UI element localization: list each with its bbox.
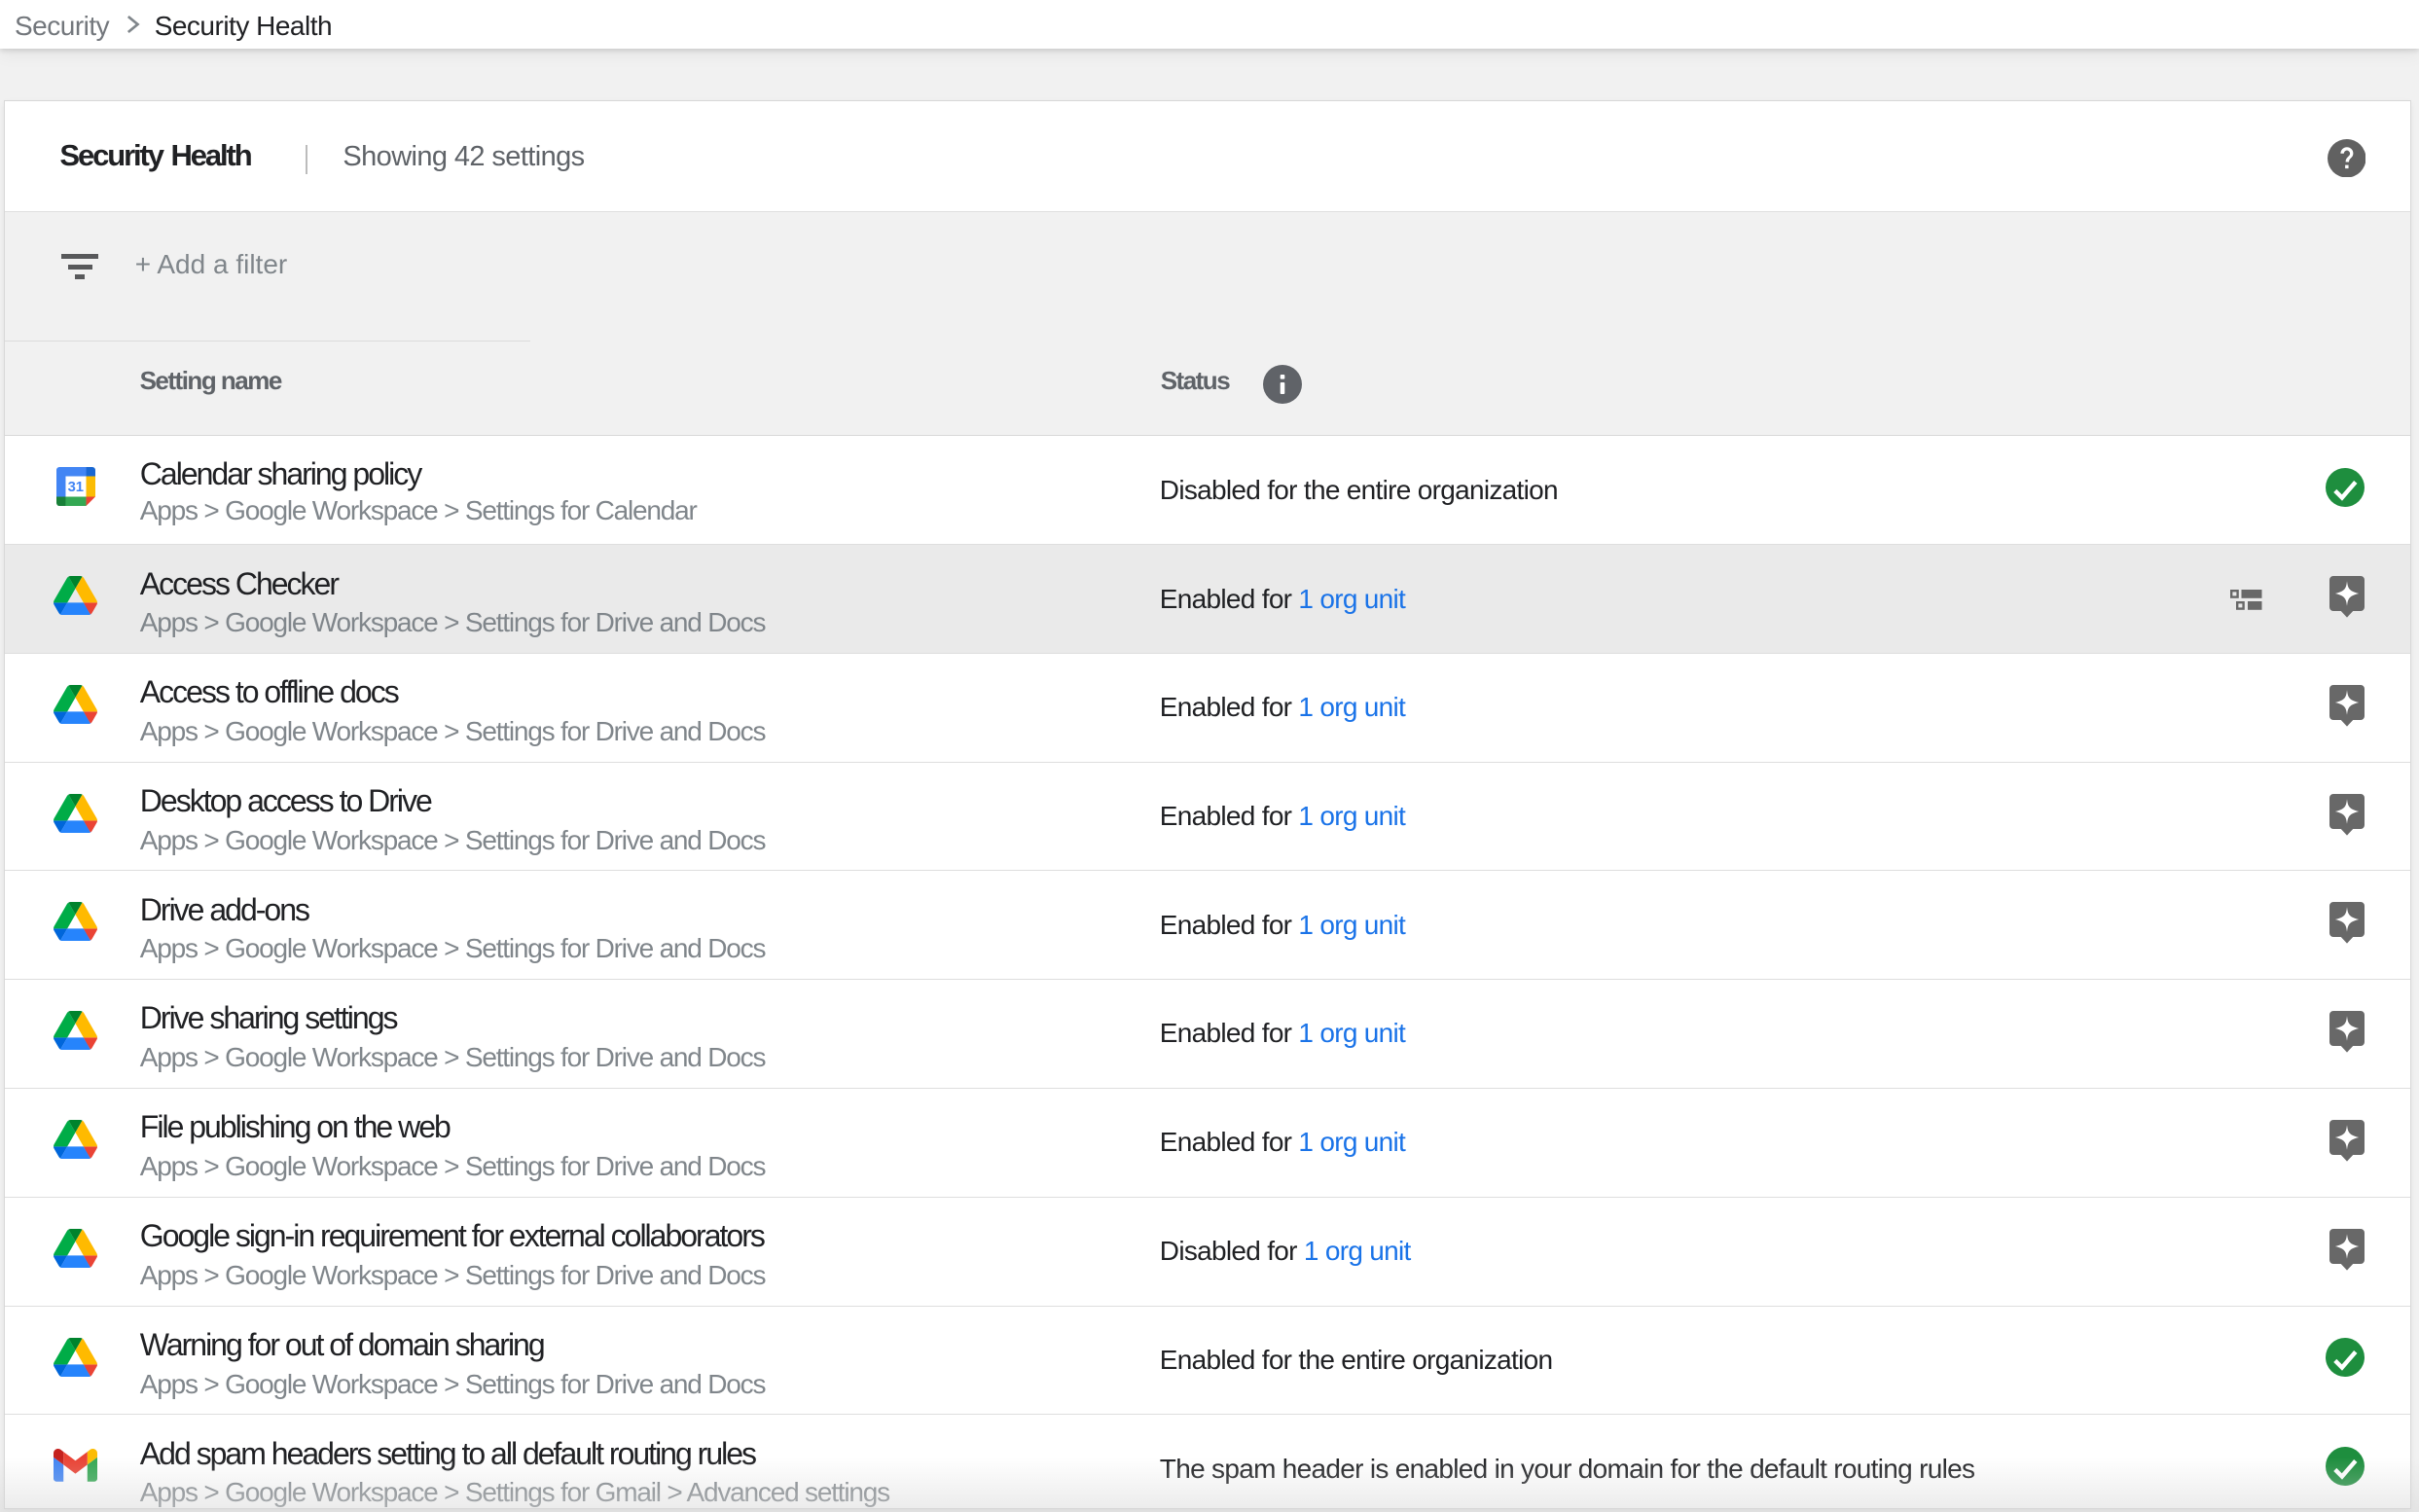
svg-text:31: 31 — [67, 480, 83, 495]
